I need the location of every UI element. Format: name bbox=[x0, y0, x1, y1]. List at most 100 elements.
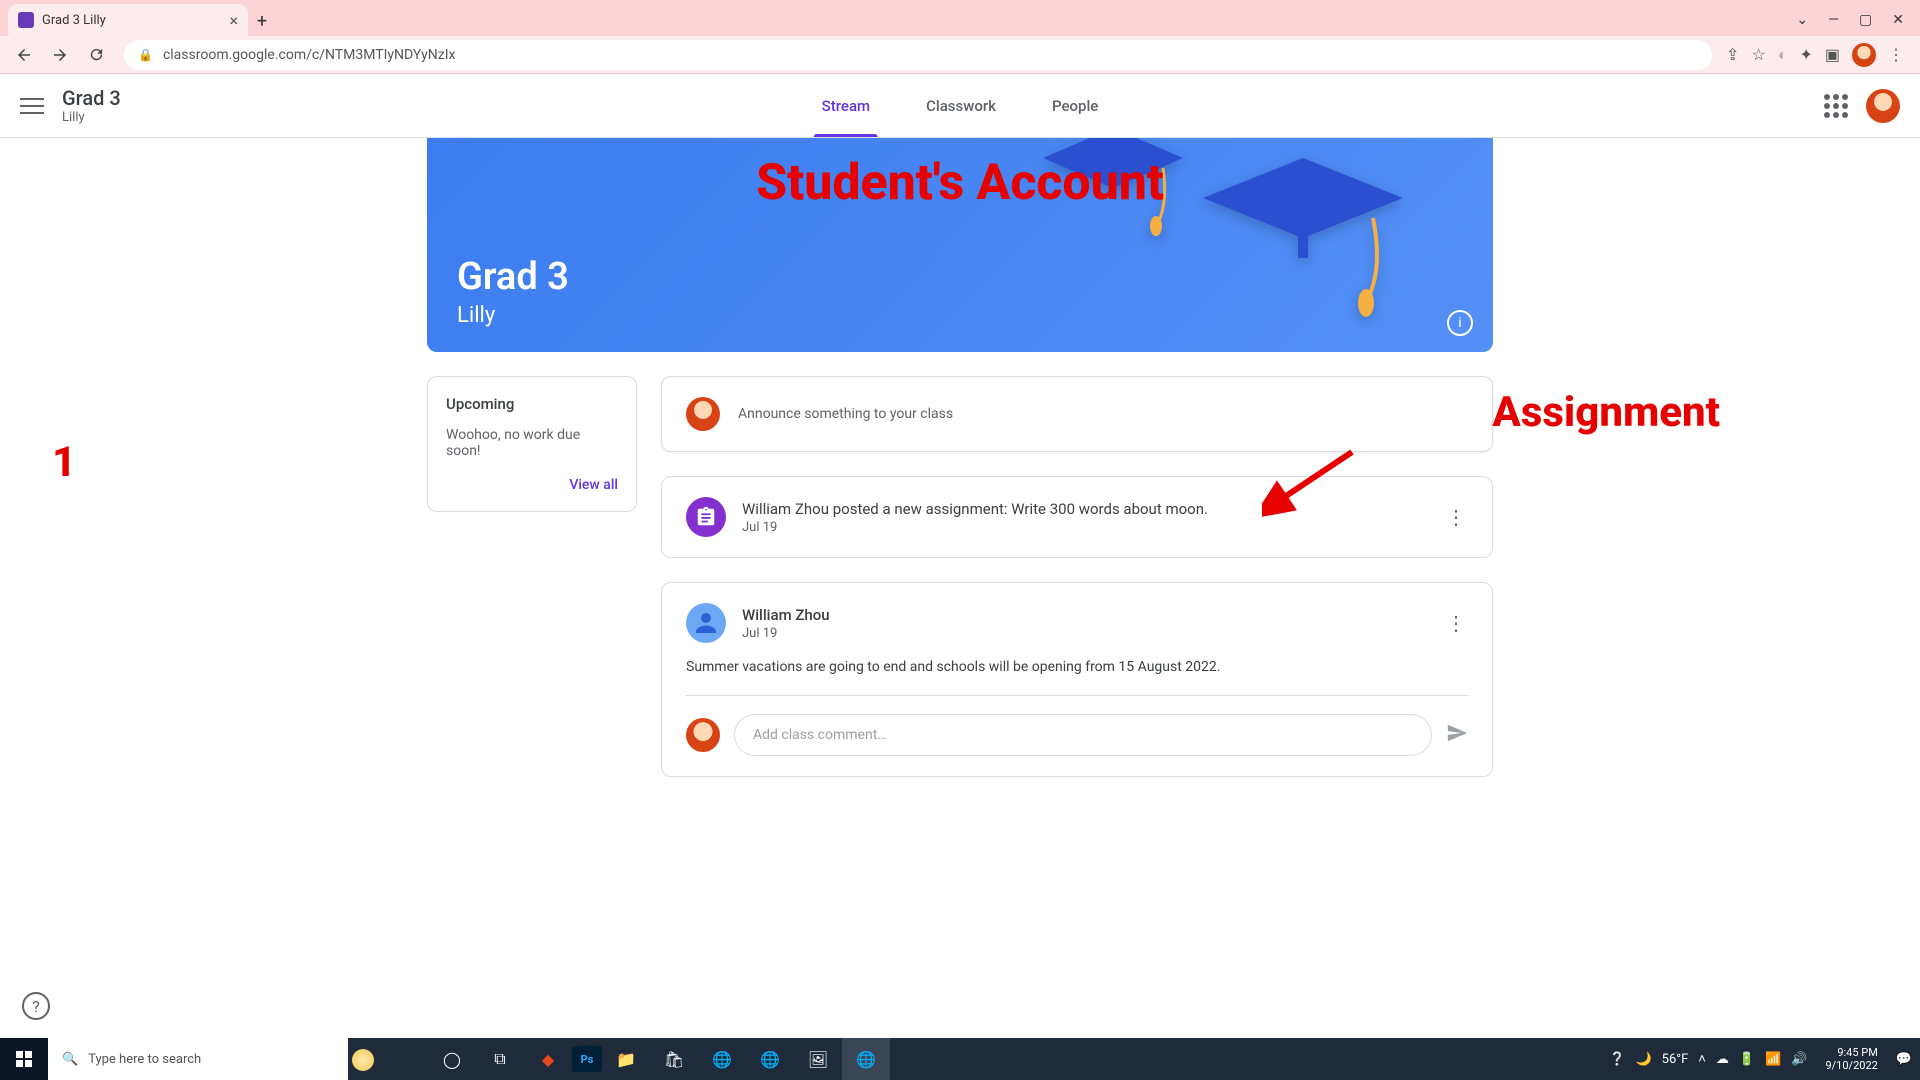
reload-icon bbox=[88, 46, 105, 63]
task-view-icon[interactable]: ◯ bbox=[428, 1038, 476, 1080]
assignment-post[interactable]: William Zhou posted a new assignment: Wr… bbox=[661, 476, 1493, 558]
chrome-active-icon[interactable]: 🌐 bbox=[842, 1038, 890, 1080]
upcoming-heading: Upcoming bbox=[446, 395, 618, 413]
weather-temp[interactable]: 56°F bbox=[1662, 1052, 1689, 1067]
annotation-overlay: Assignment bbox=[1492, 388, 1720, 437]
post-more-icon[interactable]: ⋮ bbox=[1444, 611, 1468, 635]
main-menu-button[interactable] bbox=[20, 94, 44, 118]
chrome-alt-icon[interactable]: 🌐 bbox=[746, 1038, 794, 1080]
annotation-arrow bbox=[1262, 447, 1362, 517]
comment-placeholder: Add class comment… bbox=[753, 727, 887, 743]
window-controls: ⌄ — ▢ ✕ bbox=[1796, 12, 1920, 36]
search-icon: 🔍 bbox=[62, 1052, 78, 1067]
view-all-link[interactable]: View all bbox=[446, 477, 618, 493]
tab-people[interactable]: People bbox=[1044, 74, 1106, 137]
arrow-left-icon bbox=[15, 46, 33, 64]
close-tab-icon[interactable]: × bbox=[229, 11, 238, 30]
assignment-date: Jul 19 bbox=[742, 520, 1428, 535]
assignment-icon bbox=[686, 497, 726, 537]
tray-chevron-icon[interactable]: ˄ bbox=[1698, 1051, 1706, 1067]
post-author: William Zhou bbox=[742, 606, 1428, 624]
browser-profile-avatar[interactable] bbox=[1852, 43, 1876, 67]
header-tabs: Stream Classwork People bbox=[814, 74, 1107, 137]
search-placeholder: Type here to search bbox=[88, 1052, 201, 1067]
annotation-number: 1 bbox=[52, 438, 76, 487]
browser-tab[interactable]: Grad 3 Lilly × bbox=[8, 4, 248, 36]
address-bar[interactable]: 🔒 classroom.google.com/c/NTM3MTIyNDYyNzI… bbox=[124, 40, 1712, 70]
post-body: Summer vacations are going to end and sc… bbox=[686, 659, 1468, 675]
photoshop-icon[interactable]: Ps bbox=[572, 1046, 602, 1072]
browser-menu-icon[interactable]: ⋮ bbox=[1888, 45, 1904, 64]
forward-button[interactable] bbox=[46, 41, 74, 69]
announcement-post[interactable]: William Zhou Jul 19 ⋮ Summer vacations a… bbox=[661, 582, 1493, 777]
onedrive-icon[interactable]: ☁ bbox=[1716, 1052, 1729, 1067]
notifications-icon[interactable]: 💬 bbox=[1896, 1052, 1912, 1067]
help-button[interactable]: ? bbox=[22, 992, 50, 1020]
volume-icon[interactable]: 🔊 bbox=[1791, 1052, 1807, 1067]
browser-tab-strip: Grad 3 Lilly × + ⌄ — ▢ ✕ bbox=[0, 0, 1920, 36]
office-icon[interactable]: ◆ bbox=[524, 1038, 572, 1080]
tab-classwork[interactable]: Classwork bbox=[918, 74, 1004, 137]
taskbar-widget-icon[interactable] bbox=[348, 1041, 428, 1077]
content-area: Grad 3 Lilly i Student's Account Upcomin… bbox=[0, 138, 1920, 1038]
reload-button[interactable] bbox=[82, 41, 110, 69]
clock-time: 9:45 PM bbox=[1825, 1046, 1877, 1059]
banner-decoration bbox=[1033, 138, 1193, 242]
clock-date: 9/10/2022 bbox=[1825, 1059, 1877, 1072]
tab-stream[interactable]: Stream bbox=[814, 74, 878, 137]
file-explorer-icon[interactable]: 📁 bbox=[602, 1038, 650, 1080]
system-tray: ❔ 🌙 56°F ˄ ☁ 🔋 📶 🔊 9:45 PM 9/10/2022 💬 bbox=[1609, 1046, 1920, 1072]
arrow-right-icon bbox=[51, 46, 69, 64]
weather-moon-icon[interactable]: 🌙 bbox=[1635, 1052, 1651, 1067]
lock-icon: 🔒 bbox=[138, 48, 153, 62]
send-icon[interactable] bbox=[1446, 722, 1468, 748]
store-icon[interactable]: 🛍 bbox=[650, 1038, 698, 1080]
user-avatar bbox=[686, 397, 720, 431]
url-text: classroom.google.com/c/NTM3MTIyNDYyNzIx bbox=[163, 47, 456, 63]
user-avatar bbox=[686, 718, 720, 752]
upcoming-message: Woohoo, no work due soon! bbox=[446, 427, 618, 459]
taskbar-apps: ◯ ⧉ ◆ Ps 📁 🛍 🌐 🌐 🖼 🌐 bbox=[428, 1038, 890, 1080]
new-tab-button[interactable]: + bbox=[248, 11, 276, 36]
class-name: Grad 3 bbox=[62, 86, 121, 110]
chrome-icon[interactable]: 🌐 bbox=[698, 1038, 746, 1080]
info-icon[interactable]: i bbox=[1447, 310, 1473, 336]
back-button[interactable] bbox=[10, 41, 38, 69]
class-banner: Grad 3 Lilly i Student's Account bbox=[427, 138, 1493, 352]
upcoming-card: Upcoming Woohoo, no work due soon! View … bbox=[427, 376, 637, 512]
sidepanel-icon[interactable]: ▣ bbox=[1825, 45, 1840, 64]
post-more-icon[interactable]: ⋮ bbox=[1444, 505, 1468, 529]
bookmark-icon[interactable]: ☆ bbox=[1751, 45, 1765, 64]
app-header: Grad 3 Lilly Stream Classwork People bbox=[0, 74, 1920, 138]
battery-icon[interactable]: 🔋 bbox=[1739, 1052, 1755, 1067]
extensions-puzzle-icon[interactable]: ✦ bbox=[1799, 45, 1812, 64]
tab-favicon bbox=[18, 12, 34, 28]
close-window-icon[interactable]: ✕ bbox=[1892, 12, 1904, 28]
tab-search-icon[interactable]: ⌄ bbox=[1796, 12, 1808, 28]
account-avatar[interactable] bbox=[1866, 89, 1900, 123]
google-apps-icon[interactable] bbox=[1824, 94, 1848, 118]
maximize-icon[interactable]: ▢ bbox=[1859, 12, 1872, 28]
comment-bar: Add class comment… bbox=[686, 695, 1468, 756]
taskbar-clock[interactable]: 9:45 PM 9/10/2022 bbox=[1817, 1046, 1885, 1072]
banner-decoration bbox=[1173, 138, 1433, 322]
taskbar-app-icon[interactable]: ⧉ bbox=[476, 1038, 524, 1080]
windows-taskbar: 🔍 Type here to search ◯ ⧉ ◆ Ps 📁 🛍 🌐 🌐 🖼… bbox=[0, 1038, 1920, 1080]
browser-toolbar: 🔒 classroom.google.com/c/NTM3MTIyNDYyNzI… bbox=[0, 36, 1920, 74]
announce-composer[interactable]: Announce something to your class Assignm… bbox=[661, 376, 1493, 452]
class-section: Lilly bbox=[62, 110, 121, 125]
tab-title: Grad 3 Lilly bbox=[42, 13, 221, 28]
share-icon[interactable]: ⇪ bbox=[1726, 45, 1739, 64]
start-button[interactable] bbox=[0, 1038, 48, 1080]
taskbar-search[interactable]: 🔍 Type here to search bbox=[48, 1038, 348, 1080]
post-date: Jul 19 bbox=[742, 626, 1428, 641]
comment-input[interactable]: Add class comment… bbox=[734, 714, 1432, 756]
tray-help-icon[interactable]: ❔ bbox=[1609, 1052, 1625, 1067]
minimize-icon[interactable]: — bbox=[1828, 12, 1839, 28]
app-icon[interactable]: 🖼 bbox=[794, 1038, 842, 1080]
author-avatar bbox=[686, 603, 726, 643]
class-title-block[interactable]: Grad 3 Lilly bbox=[62, 86, 121, 125]
wifi-icon[interactable]: 📶 bbox=[1765, 1052, 1781, 1067]
extension-icon[interactable]: ◐ bbox=[1778, 45, 1788, 65]
announce-placeholder: Announce something to your class bbox=[738, 406, 953, 422]
